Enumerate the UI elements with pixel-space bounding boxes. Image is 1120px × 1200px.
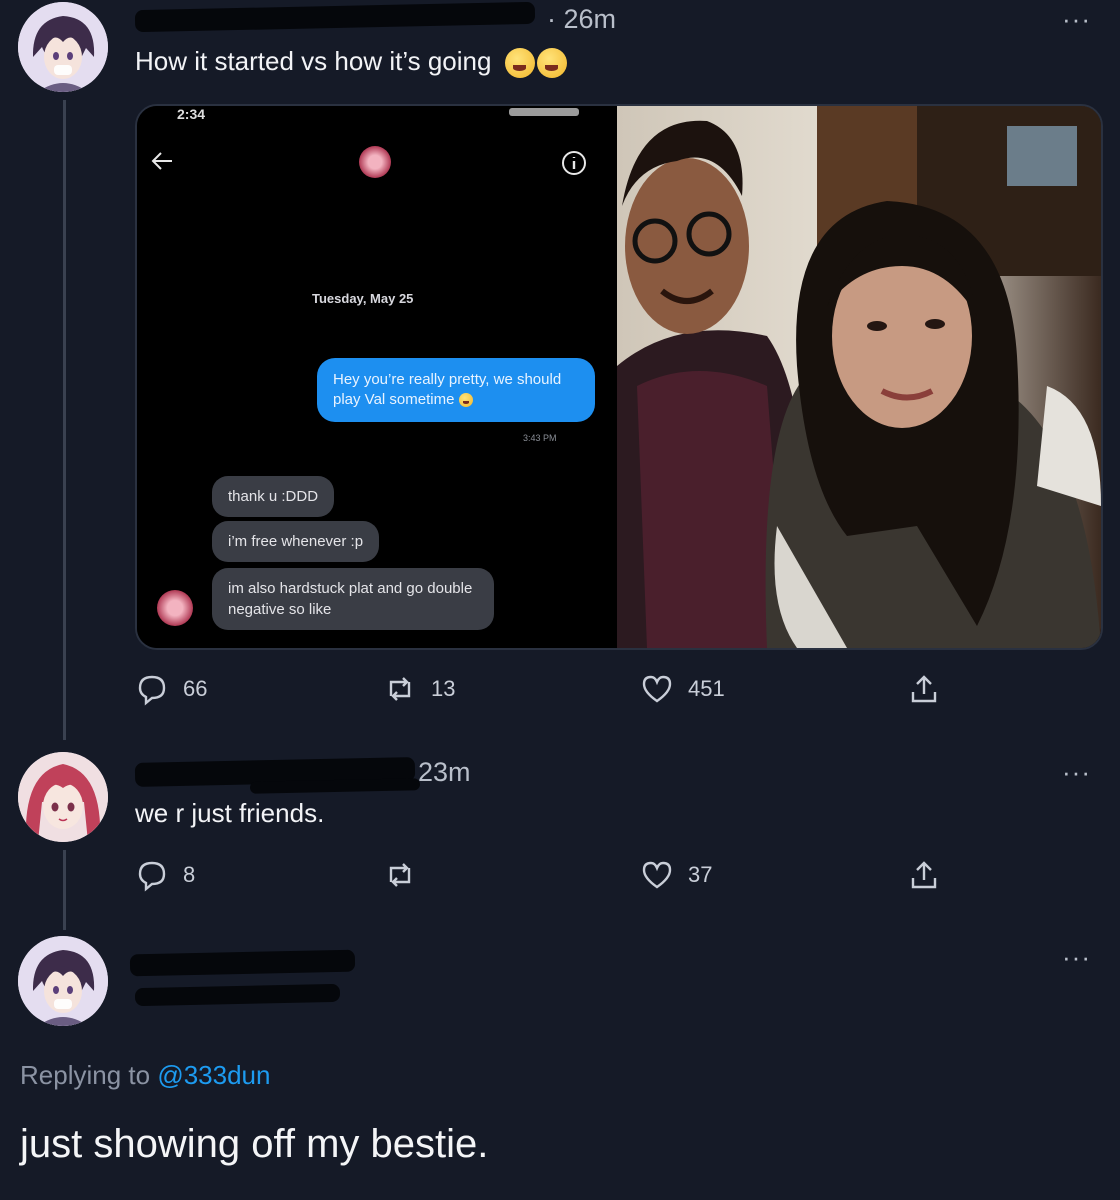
avatar-boy-icon bbox=[18, 936, 108, 1026]
status-time: 2:34 bbox=[177, 106, 206, 122]
retweet-icon bbox=[389, 863, 411, 887]
reply-button[interactable]: 66 bbox=[135, 672, 207, 706]
redacted-handle bbox=[249, 778, 421, 794]
photo-image bbox=[617, 106, 1101, 648]
emoji-icon bbox=[458, 393, 473, 408]
tweet-media[interactable]: 2:34 Tuesday, May 25 Hey you’re really p… bbox=[135, 104, 1103, 650]
share-button[interactable] bbox=[907, 672, 941, 706]
thread-line bbox=[63, 850, 66, 930]
replying-to-label: Replying to bbox=[20, 1060, 151, 1090]
like-icon bbox=[642, 861, 672, 889]
reply-button[interactable]: 8 bbox=[135, 858, 195, 892]
like-button[interactable]: 37 bbox=[640, 858, 712, 892]
more-options-button[interactable]: ··· bbox=[1062, 4, 1091, 35]
share-button[interactable] bbox=[907, 858, 941, 892]
reply-count: 8 bbox=[183, 862, 196, 887]
avatar[interactable] bbox=[18, 936, 108, 1026]
retweet-button[interactable] bbox=[383, 858, 431, 892]
tweet-text: we r just friends. bbox=[135, 798, 325, 828]
like-count: 451 bbox=[688, 676, 725, 701]
tongue-emoji-icon bbox=[504, 48, 535, 79]
message-time: 3:43 PM bbox=[523, 433, 557, 443]
focused-tweet-text: just showing off my bestie. bbox=[20, 1122, 489, 1166]
status-icons bbox=[509, 108, 579, 116]
like-count: 37 bbox=[688, 862, 713, 887]
avatar-boy-icon bbox=[18, 2, 108, 92]
info-icon[interactable] bbox=[561, 150, 587, 176]
like-button[interactable]: 451 bbox=[640, 672, 725, 706]
reply-icon bbox=[138, 861, 166, 892]
contact-avatar bbox=[359, 146, 391, 178]
dm-screenshot[interactable]: 2:34 Tuesday, May 25 Hey you’re really p… bbox=[137, 106, 615, 648]
more-options-button[interactable]: ··· bbox=[1062, 942, 1091, 973]
tweet-text-content: How it started vs how it’s going bbox=[135, 46, 492, 76]
date-label: Tuesday, May 25 bbox=[312, 291, 414, 306]
incoming-message: thank u :DDD bbox=[212, 476, 335, 517]
redacted-username bbox=[134, 1, 536, 33]
photo[interactable] bbox=[617, 106, 1101, 648]
like-icon bbox=[642, 675, 672, 703]
tongue-emoji-icon bbox=[536, 48, 567, 79]
tweet-time: 23m bbox=[418, 757, 471, 787]
redacted-handle bbox=[134, 983, 341, 1007]
avatar[interactable] bbox=[18, 2, 108, 92]
retweet-button[interactable]: 13 bbox=[383, 672, 455, 706]
redacted-username bbox=[129, 949, 356, 977]
reply-count: 66 bbox=[183, 676, 208, 701]
retweet-count: 13 bbox=[431, 676, 456, 701]
retweet-icon bbox=[389, 677, 411, 701]
incoming-message: im also hardstuck plat and go double neg… bbox=[212, 568, 494, 630]
more-options-button[interactable]: ··· bbox=[1062, 757, 1091, 788]
share-icon bbox=[911, 861, 937, 889]
outgoing-message: Hey you’re really pretty, we should play… bbox=[317, 358, 595, 422]
tweet-time: · 26m bbox=[547, 4, 617, 34]
replying-to-handle-link[interactable]: @333dun bbox=[157, 1060, 270, 1090]
reply-icon bbox=[138, 675, 166, 706]
tweet-text: How it started vs how it’s going bbox=[135, 46, 567, 79]
replying-to: Replying to @333dun bbox=[20, 1060, 270, 1091]
avatar-girl-icon bbox=[18, 752, 108, 842]
contact-avatar-small bbox=[157, 590, 193, 626]
incoming-message: i’m free whenever :p bbox=[212, 521, 380, 562]
avatar[interactable] bbox=[18, 752, 108, 842]
share-icon bbox=[911, 675, 937, 703]
outgoing-message-text: Hey you’re really pretty, we should play… bbox=[333, 371, 562, 408]
thread-line bbox=[63, 100, 66, 740]
back-arrow-icon[interactable] bbox=[149, 150, 175, 172]
